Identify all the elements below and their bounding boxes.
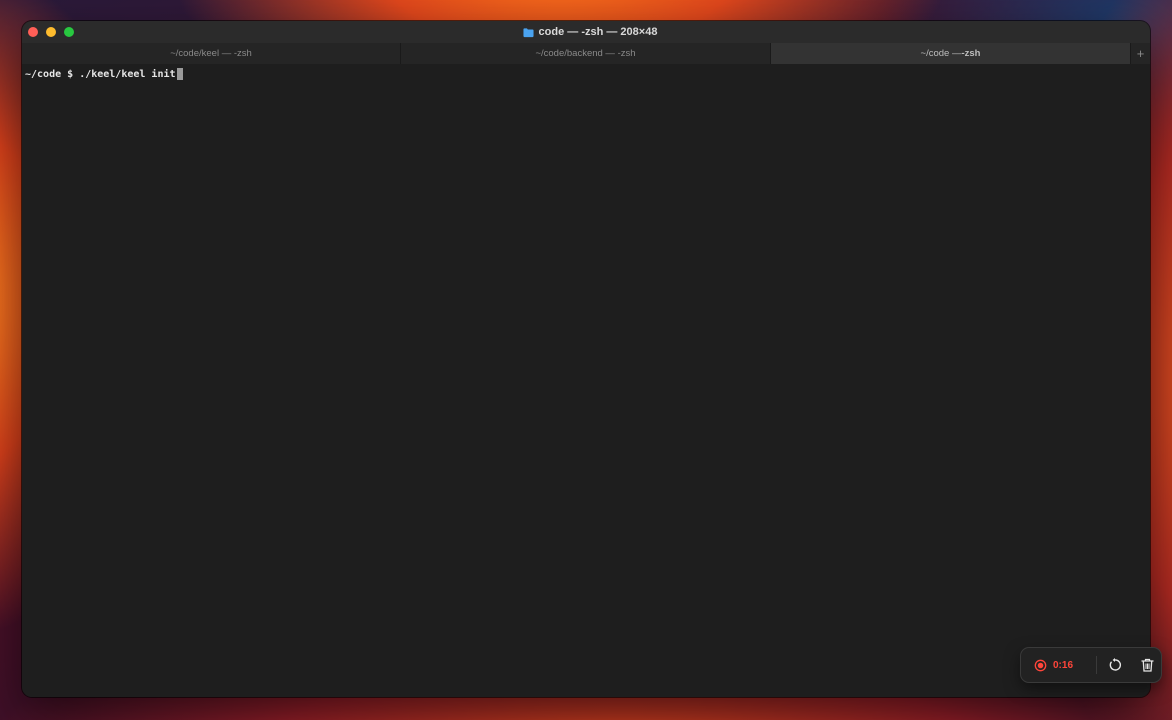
record-icon xyxy=(1034,659,1047,671)
tab-label-bold: -zsh xyxy=(961,48,981,59)
stop-recording-button[interactable]: 0:16 xyxy=(1021,648,1084,682)
divider xyxy=(1096,656,1098,674)
command-line: ~/code $ ./keel/keel init xyxy=(25,68,1147,80)
plus-icon: + xyxy=(1136,46,1145,61)
restart-recording-button[interactable] xyxy=(1101,648,1128,682)
tab-keel[interactable]: ~/code/keel — -zsh xyxy=(22,43,401,64)
title-bar[interactable]: code — -zsh — 208×48 xyxy=(22,21,1150,43)
maximize-button[interactable] xyxy=(64,27,74,37)
tab-label-prefix: ~/code — xyxy=(920,48,962,59)
restart-icon xyxy=(1109,658,1121,671)
trash-icon xyxy=(1141,658,1154,672)
window-controls xyxy=(28,27,74,37)
terminal-content[interactable]: ~/code $ ./keel/keel init xyxy=(22,64,1150,697)
window-title-text: code — -zsh — 208×48 xyxy=(538,26,658,38)
terminal-window: code — -zsh — 208×48 ~/code/keel — -zsh … xyxy=(22,21,1150,697)
tab-code[interactable]: ~/code — -zsh xyxy=(771,43,1131,64)
close-button[interactable] xyxy=(28,27,38,37)
shell-prompt: ~/code $ xyxy=(25,68,80,80)
window-title: code — -zsh — 208×48 xyxy=(522,26,658,38)
text-cursor xyxy=(176,68,183,80)
tab-label: ~/code/backend — -zsh xyxy=(535,48,636,59)
screen-recorder-controls: 0:16 xyxy=(1021,648,1161,682)
tab-backend[interactable]: ~/code/backend — -zsh xyxy=(401,43,771,64)
minimize-button[interactable] xyxy=(46,27,56,37)
folder-icon xyxy=(522,27,534,37)
new-tab-button[interactable]: + xyxy=(1131,43,1150,64)
tab-label: ~/code/keel — -zsh xyxy=(170,48,252,59)
tab-bar: ~/code/keel — -zsh ~/code/backend — -zsh… xyxy=(22,43,1150,65)
recording-time: 0:16 xyxy=(1053,659,1074,671)
command-text: ./keel/keel init xyxy=(79,68,176,80)
discard-recording-button[interactable] xyxy=(1134,648,1161,682)
